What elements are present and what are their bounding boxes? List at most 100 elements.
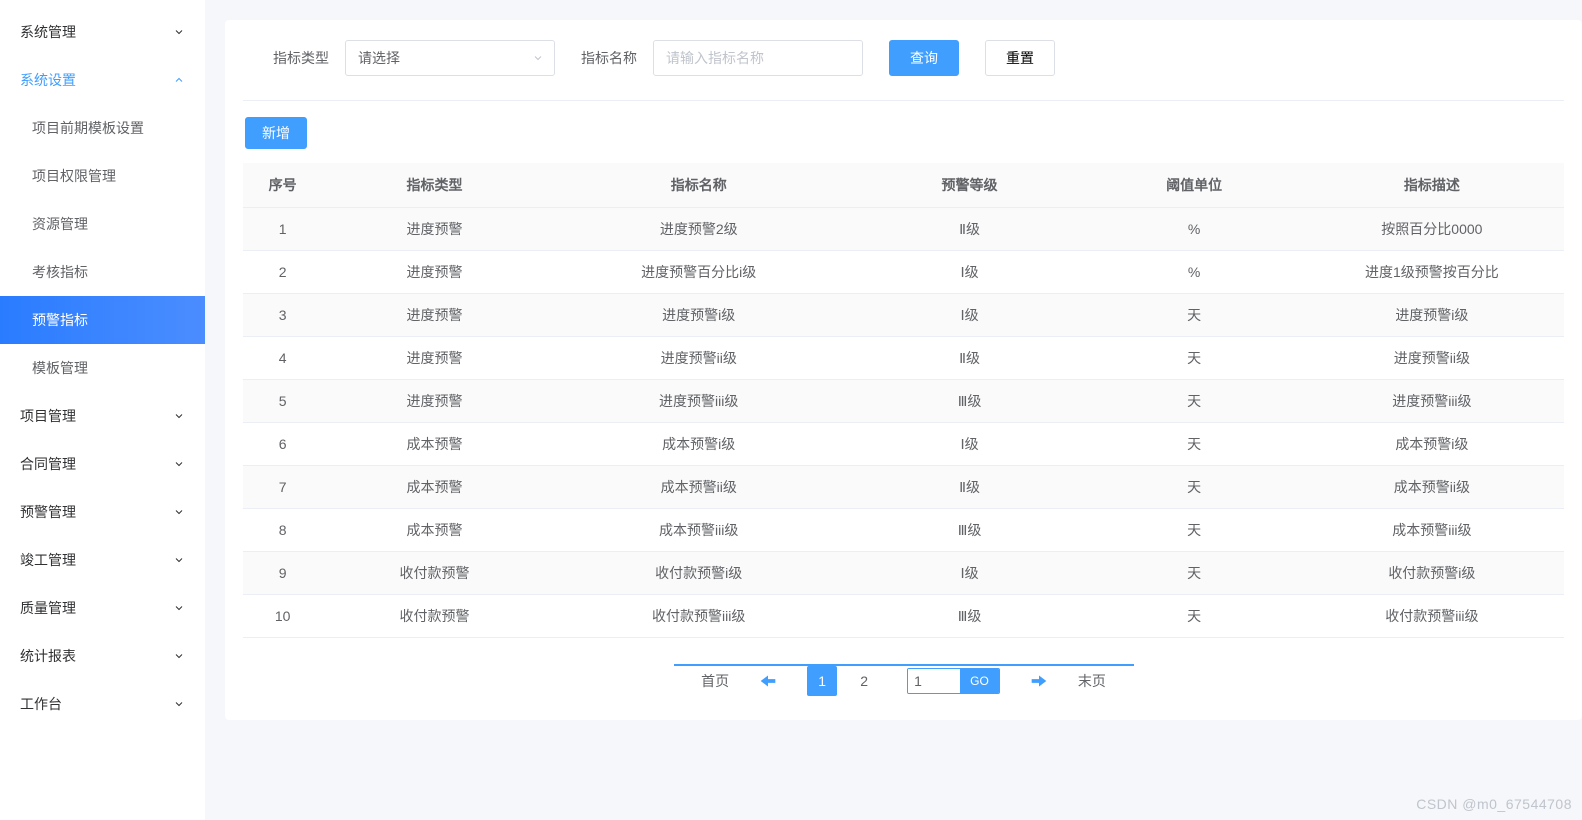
menu-group[interactable]: 项目管理	[0, 392, 205, 440]
search-button[interactable]: 查询	[889, 40, 959, 76]
menu-subitem[interactable]: 考核指标	[0, 248, 205, 296]
table-cell: 进度预警	[322, 380, 547, 423]
table-cell: 天	[1088, 466, 1299, 509]
menu-group[interactable]: 质量管理	[0, 584, 205, 632]
filter-type-select[interactable]: 请选择	[345, 40, 555, 76]
table-cell: 进度预警ii级	[547, 337, 851, 380]
table-cell: Ⅲ级	[851, 595, 1089, 638]
table-cell: 进度预警i级	[547, 294, 851, 337]
table-cell: 6	[243, 423, 322, 466]
table-cell: 收付款预警iii级	[547, 595, 851, 638]
menu-subitem-label: 项目权限管理	[32, 166, 116, 186]
table-row[interactable]: 2进度预警进度预警百分比i级Ⅰ级%进度1级预警按百分比	[243, 251, 1564, 294]
table-cell: 天	[1088, 423, 1299, 466]
table-cell: 1	[243, 208, 322, 251]
filter-type-placeholder: 请选择	[358, 48, 400, 68]
table-cell: 9	[243, 552, 322, 595]
menu-group[interactable]: 统计报表	[0, 632, 205, 680]
menu-group-label: 质量管理	[20, 598, 76, 618]
filter-bar: 指标类型 请选择 指标名称 请输入指标名称 查询 重置	[243, 40, 1564, 101]
table-cell: 进度预警	[322, 337, 547, 380]
table-row[interactable]: 1进度预警进度预警2级Ⅱ级%按照百分比0000	[243, 208, 1564, 251]
table-cell: Ⅱ级	[851, 337, 1089, 380]
menu-subitem[interactable]: 模板管理	[0, 344, 205, 392]
table-cell: 天	[1088, 294, 1299, 337]
filter-type-group: 指标类型 请选择	[273, 40, 555, 76]
chevron-down-icon	[532, 52, 544, 64]
pagination-page[interactable]: 1	[807, 666, 837, 696]
pagination-go-input[interactable]	[908, 669, 960, 693]
menu-subitem-label: 资源管理	[32, 214, 88, 234]
table-cell: 3	[243, 294, 322, 337]
table-cell: 8	[243, 509, 322, 552]
table-cell: 5	[243, 380, 322, 423]
table-cell: Ⅲ级	[851, 380, 1089, 423]
menu-subitem-label: 考核指标	[32, 262, 88, 282]
table-cell: 进度预警ii级	[1300, 337, 1564, 380]
table-cell: 进度预警iii级	[547, 380, 851, 423]
filter-name-input[interactable]: 请输入指标名称	[653, 40, 863, 76]
pagination-first[interactable]: 首页	[701, 671, 729, 691]
menu-group[interactable]: 预警管理	[0, 488, 205, 536]
table-cell: 按照百分比0000	[1300, 208, 1564, 251]
menu-subitem[interactable]: 预警指标	[0, 296, 205, 344]
table-cell: 天	[1088, 509, 1299, 552]
table-cell: 成本预警iii级	[547, 509, 851, 552]
menu-group-label: 合同管理	[20, 454, 76, 474]
menu-subitem[interactable]: 资源管理	[0, 200, 205, 248]
table-row[interactable]: 3进度预警进度预警i级Ⅰ级天进度预警i级	[243, 294, 1564, 337]
table-cell: 2	[243, 251, 322, 294]
menu-group[interactable]: 工作台	[0, 680, 205, 728]
menu-group[interactable]: 系统设置	[0, 56, 205, 104]
table-cell: 收付款预警iii级	[1300, 595, 1564, 638]
table-row[interactable]: 8成本预警成本预警iii级Ⅲ级天成本预警iii级	[243, 509, 1564, 552]
table-header-cell: 指标类型	[322, 163, 547, 208]
table-cell: 成本预警i级	[547, 423, 851, 466]
table-cell: 天	[1088, 337, 1299, 380]
table-cell: 10	[243, 595, 322, 638]
arrow-left-icon[interactable]	[757, 670, 779, 692]
table-cell: 进度预警	[322, 294, 547, 337]
menu-group-label: 竣工管理	[20, 550, 76, 570]
menu-subitem[interactable]: 项目前期模板设置	[0, 104, 205, 152]
menu-group-label: 系统设置	[20, 70, 76, 90]
chevron-down-icon	[173, 410, 185, 422]
table-header-cell: 指标名称	[547, 163, 851, 208]
table-row[interactable]: 7成本预警成本预警ii级Ⅱ级天成本预警ii级	[243, 466, 1564, 509]
table-header-cell: 预警等级	[851, 163, 1089, 208]
reset-button[interactable]: 重置	[985, 40, 1055, 76]
menu-group[interactable]: 系统管理	[0, 8, 205, 56]
menu-group[interactable]: 竣工管理	[0, 536, 205, 584]
table-cell: Ⅰ级	[851, 251, 1089, 294]
table-cell: Ⅱ级	[851, 466, 1089, 509]
menu-subitem-label: 项目前期模板设置	[32, 118, 144, 138]
pagination-page[interactable]: 2	[849, 666, 879, 696]
table-row[interactable]: 9收付款预警收付款预警i级Ⅰ级天收付款预警i级	[243, 552, 1564, 595]
table-header-cell: 序号	[243, 163, 322, 208]
table-cell: 7	[243, 466, 322, 509]
table-row[interactable]: 5进度预警进度预警iii级Ⅲ级天进度预警iii级	[243, 380, 1564, 423]
arrow-right-icon[interactable]	[1028, 670, 1050, 692]
chevron-up-icon	[173, 74, 185, 86]
menu-subitem-label: 预警指标	[32, 310, 88, 330]
filter-name-group: 指标名称 请输入指标名称	[581, 40, 863, 76]
filter-name-placeholder: 请输入指标名称	[666, 48, 764, 68]
table-row[interactable]: 4进度预警进度预警ii级Ⅱ级天进度预警ii级	[243, 337, 1564, 380]
menu-group-label: 项目管理	[20, 406, 76, 426]
chevron-down-icon	[173, 458, 185, 470]
data-table: 序号指标类型指标名称预警等级阈值单位指标描述 1进度预警进度预警2级Ⅱ级%按照百…	[243, 163, 1564, 638]
filter-name-label: 指标名称	[581, 48, 637, 68]
watermark: CSDN @m0_67544708	[1416, 796, 1572, 812]
table-cell: 成本预警	[322, 466, 547, 509]
table-cell: 成本预警ii级	[547, 466, 851, 509]
menu-subitem[interactable]: 项目权限管理	[0, 152, 205, 200]
table-row[interactable]: 6成本预警成本预警i级Ⅰ级天成本预警i级	[243, 423, 1564, 466]
table-row[interactable]: 10收付款预警收付款预警iii级Ⅲ级天收付款预警iii级	[243, 595, 1564, 638]
table-cell: %	[1088, 251, 1299, 294]
add-button[interactable]: 新增	[245, 117, 307, 149]
pagination-last[interactable]: 末页	[1078, 671, 1106, 691]
menu-group[interactable]: 合同管理	[0, 440, 205, 488]
table-cell: Ⅰ级	[851, 552, 1089, 595]
pagination-go-button[interactable]: GO	[960, 669, 999, 693]
table-cell: 成本预警	[322, 423, 547, 466]
